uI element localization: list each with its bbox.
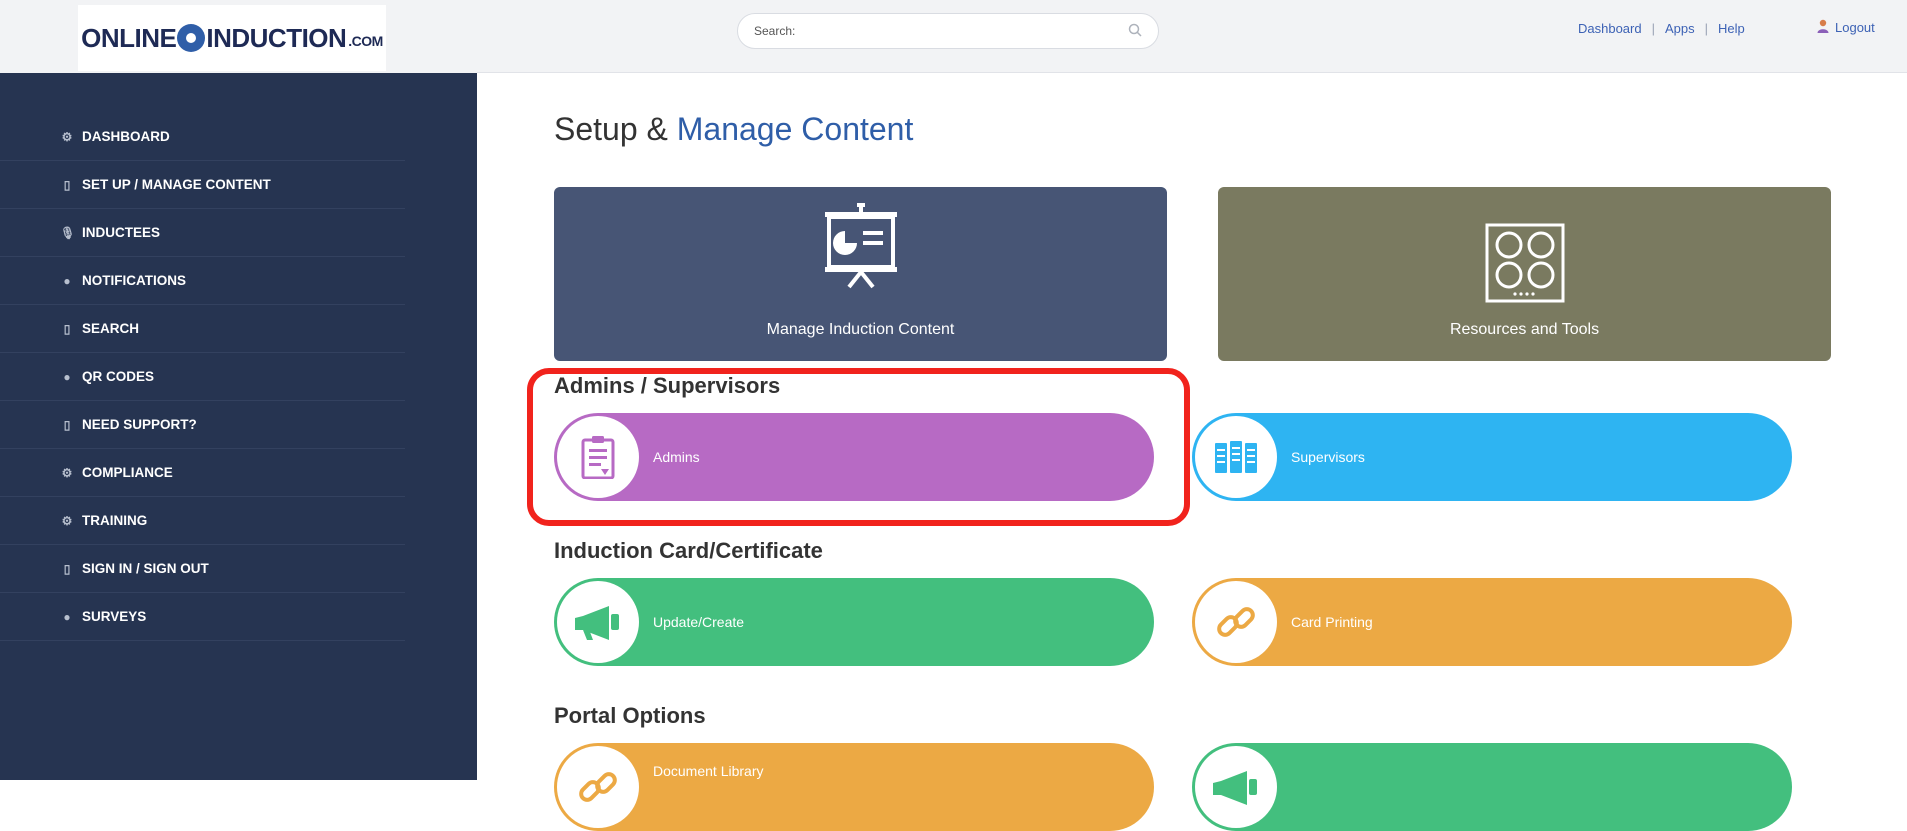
- search-input[interactable]: [754, 24, 1128, 38]
- user-icon: [1817, 19, 1829, 36]
- admins-icon-circle: [557, 416, 639, 498]
- link-separator: |: [1704, 21, 1709, 36]
- search-icon[interactable]: [1128, 23, 1142, 40]
- document-icon: ▯: [63, 177, 71, 192]
- chat-icon: ●: [63, 273, 71, 288]
- header-link-help[interactable]: Help: [1718, 21, 1745, 36]
- header-link-apps[interactable]: Apps: [1665, 21, 1695, 36]
- page-title: Setup & Manage Content: [554, 111, 914, 147]
- megaphone-icon: [575, 606, 619, 640]
- tile-label: Manage Induction Content: [766, 321, 955, 338]
- link-separator: |: [1651, 21, 1655, 36]
- card-printing-icon-circle: [1195, 581, 1277, 663]
- section-title-admins-supervisors: Admins / Supervisors: [554, 373, 781, 398]
- document-library-button[interactable]: Document Library: [554, 743, 1154, 831]
- update-create-label: Update/Create: [653, 614, 745, 630]
- supervisors-label: Supervisors: [1291, 449, 1365, 465]
- megaphone-icon: [1213, 771, 1257, 805]
- supervisors-icon-circle: [1195, 416, 1277, 498]
- link-icon: [579, 772, 617, 802]
- section-title-induction-card: Induction Card/Certificate: [554, 538, 823, 563]
- link-icon: [1217, 607, 1255, 637]
- clipboard-icon: [581, 436, 615, 479]
- sidebar-nav: ⚙ DASHBOARD ▯ SET UP / MANAGE CONTENT 🎙 IND…: [0, 113, 405, 641]
- chat-icon: ●: [63, 609, 71, 624]
- logo[interactable]: ONLINE INDUCTION .COM: [78, 5, 386, 71]
- sidebar-item-compliance[interactable]: ⚙ COMPLIANCE: [0, 449, 405, 497]
- sidebar-item-dashboard[interactable]: ⚙ DASHBOARD: [0, 113, 405, 161]
- gear-icon: ⚙: [61, 129, 73, 144]
- admins-label: Admins: [653, 449, 700, 465]
- header-links: Dashboard | Apps | Help: [1578, 21, 1745, 36]
- main-content: Setup & Manage Content Manage Induction …: [477, 73, 1907, 831]
- sidebar-item-surveys[interactable]: ● SURVEYS: [0, 593, 405, 641]
- tile-label: Resources and Tools: [1449, 321, 1600, 338]
- manage-induction-content-tile[interactable]: Manage Induction Content: [554, 187, 1167, 361]
- sidebar-item-inductees[interactable]: 🎙 INDUCTEES: [0, 209, 405, 257]
- logo-text: ONLINE INDUCTION .COM: [81, 22, 383, 53]
- section-title-portal-options: Portal Options: [554, 703, 706, 728]
- logout-link[interactable]: Logout: [1817, 19, 1875, 36]
- update-create-icon-circle: [557, 581, 639, 663]
- sidebar: ONLINE INDUCTION .COM ⚙ DASHBOARD ▯ SET UP /…: [0, 0, 477, 780]
- document-library-icon-circle: [557, 746, 639, 828]
- presentation-board-icon: [824, 203, 897, 289]
- grid-circles-icon: [1485, 223, 1564, 303]
- card-printing-button[interactable]: Card Printing: [1192, 578, 1792, 666]
- sidebar-item-setup-manage-content[interactable]: ▯ SET UP / MANAGE CONTENT: [0, 161, 405, 209]
- document-icon: ▯: [63, 321, 71, 336]
- sidebar-item-need-support[interactable]: ▯ NEED SUPPORT?: [0, 401, 405, 449]
- portal-option-icon-circle: [1195, 746, 1277, 828]
- binders-icon: [1215, 441, 1257, 473]
- resources-and-tools-tile[interactable]: Resources and Tools: [1218, 187, 1831, 361]
- logo-area: ONLINE INDUCTION .COM: [0, 0, 477, 73]
- sidebar-item-notifications[interactable]: ● NOTIFICATIONS: [0, 257, 405, 305]
- document-icon: ▯: [63, 561, 71, 576]
- chat-icon: ●: [63, 369, 71, 384]
- top-bar: Dashboard | Apps | Help Logout: [477, 0, 1907, 73]
- sidebar-item-sign-in-sign-out[interactable]: ▯ SIGN IN / SIGN OUT: [0, 545, 405, 593]
- gear-icon: ⚙: [61, 513, 73, 528]
- card-printing-label: Card Printing: [1291, 614, 1373, 630]
- header-link-dashboard[interactable]: Dashboard: [1578, 21, 1642, 36]
- logo-mark-icon: [177, 24, 206, 52]
- supervisors-button[interactable]: Supervisors: [1192, 413, 1792, 501]
- update-create-button[interactable]: Update/Create: [554, 578, 1154, 666]
- sidebar-item-training[interactable]: ⚙ TRAINING: [0, 497, 405, 545]
- sidebar-item-qr-codes[interactable]: ● QR CODES: [0, 353, 405, 401]
- gear-icon: ⚙: [61, 465, 73, 480]
- document-library-label: Document Library: [653, 763, 764, 779]
- portal-option-button[interactable]: [1192, 743, 1792, 831]
- document-icon: ▯: [63, 417, 71, 432]
- admins-button[interactable]: Admins: [554, 413, 1154, 501]
- microphone-icon: 🎙: [60, 225, 76, 240]
- search-box: [737, 13, 1159, 49]
- sidebar-item-search[interactable]: ▯ SEARCH: [0, 305, 405, 353]
